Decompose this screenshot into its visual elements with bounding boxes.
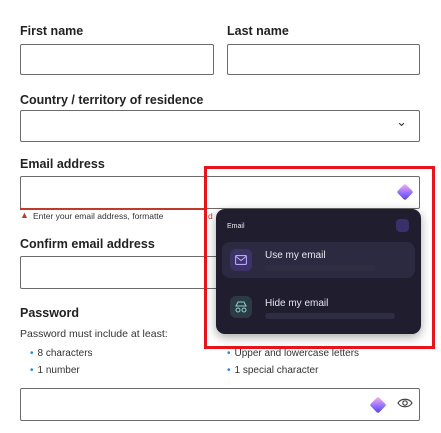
password-label: Password: [20, 306, 80, 320]
requirement-item: • 1 number: [30, 365, 80, 376]
requirement-item: • 1 special character: [227, 365, 319, 376]
last-name-label: Last name: [227, 24, 289, 38]
email-error-underline: [20, 208, 206, 210]
password-hint: Password must include at least:: [20, 328, 168, 340]
use-my-email-label: Use my email: [265, 250, 326, 261]
chevron-down-icon: ⌄: [396, 114, 407, 129]
email-error-text: Enter your email address, formatte: [33, 211, 164, 221]
envelope-icon: [230, 249, 252, 271]
password-input[interactable]: [20, 388, 420, 421]
country-label: Country / territory of residence: [20, 93, 204, 107]
confirm-email-label: Confirm email address: [20, 237, 155, 251]
popup-title: Email: [227, 223, 245, 230]
use-my-email-option[interactable]: Use my email: [222, 242, 415, 278]
proton-pass-logo-icon: [396, 219, 409, 232]
incognito-icon: [230, 296, 252, 318]
email-label: Email address: [20, 157, 105, 171]
warning-icon: ▲: [20, 210, 29, 220]
eye-icon[interactable]: [397, 395, 413, 416]
hide-my-email-label: Hide my email: [265, 298, 329, 309]
requirement-item: • Upper and lowercase letters: [227, 348, 360, 359]
first-name-label: First name: [20, 24, 84, 38]
autofill-popup: Email Use my email Hide my email: [216, 209, 421, 334]
requirement-item: • 8 characters: [30, 348, 93, 359]
last-name-input[interactable]: [227, 44, 420, 75]
use-my-email-value: [265, 265, 375, 271]
hide-my-email-value: [265, 313, 395, 319]
first-name-input[interactable]: [20, 44, 214, 75]
hide-my-email-option[interactable]: Hide my email: [222, 289, 415, 325]
proton-pass-icon[interactable]: [369, 396, 387, 414]
country-select[interactable]: ⌄: [20, 110, 420, 142]
